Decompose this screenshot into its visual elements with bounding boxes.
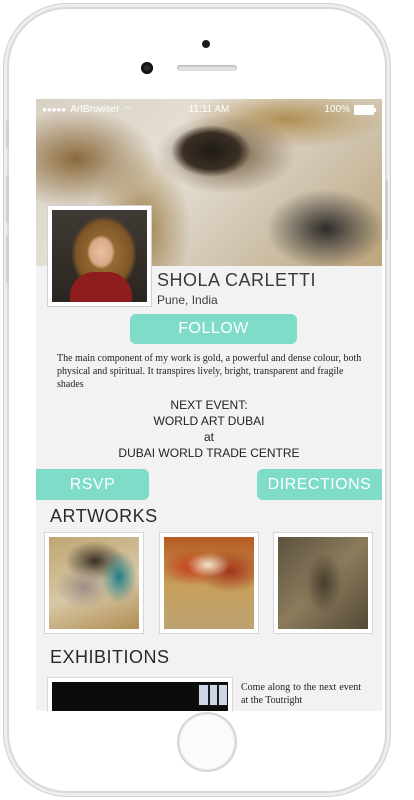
exhibition-window-detail xyxy=(198,684,228,706)
artwork-thumbnail-1[interactable] xyxy=(44,532,144,634)
artist-location: Pune, India xyxy=(157,293,218,307)
phone-frame: ●●●●● ArtBrowser ◠ 11:11 AM 100% SHOLA C… xyxy=(9,9,385,791)
artwork-image-1 xyxy=(49,537,139,629)
follow-button[interactable]: FOLLOW xyxy=(130,314,297,344)
artist-photo xyxy=(52,210,147,302)
exhibitions-heading: EXHIBITIONS xyxy=(50,647,170,667)
rsvp-button[interactable]: RSVP xyxy=(36,469,149,500)
directions-button[interactable]: DIRECTIONS xyxy=(257,469,382,500)
artwork-image-3 xyxy=(278,537,368,629)
power-button xyxy=(385,180,388,240)
artwork-image-2 xyxy=(164,537,254,629)
front-camera-dot xyxy=(202,40,210,48)
battery-icon xyxy=(354,104,376,115)
exhibition-description: Come along to the next event at the Tout… xyxy=(241,682,361,706)
mute-switch xyxy=(6,120,9,148)
volume-up-button xyxy=(6,175,9,223)
artist-avatar xyxy=(47,205,152,307)
event-heading: NEXT EVENT: xyxy=(170,398,248,412)
event-venue: DUBAI WORLD TRADE CENTRE xyxy=(118,446,300,460)
artist-bio: The main component of my work is gold, a… xyxy=(57,353,362,390)
artworks-heading: ARTWORKS xyxy=(50,506,158,526)
status-bar: ●●●●● ArtBrowser ◠ 11:11 AM 100% xyxy=(36,99,382,119)
artist-name: SHOLA CARLETTI xyxy=(157,270,317,290)
artwork-thumbnail-2[interactable] xyxy=(159,532,259,634)
status-right: 100% xyxy=(324,104,376,115)
battery-percent: 100% xyxy=(324,104,350,115)
event-connector: at xyxy=(203,430,214,444)
exhibition-image xyxy=(52,682,228,711)
home-button[interactable] xyxy=(179,714,235,770)
volume-down-button xyxy=(6,235,9,283)
artwork-thumbnail-3[interactable] xyxy=(273,532,373,634)
earpiece-speaker xyxy=(177,65,237,71)
exhibition-thumbnail[interactable] xyxy=(47,677,233,711)
event-name: WORLD ART DUBAI xyxy=(153,414,265,428)
front-camera-lens xyxy=(141,62,153,74)
app-screen: ●●●●● ArtBrowser ◠ 11:11 AM 100% SHOLA C… xyxy=(36,99,382,711)
